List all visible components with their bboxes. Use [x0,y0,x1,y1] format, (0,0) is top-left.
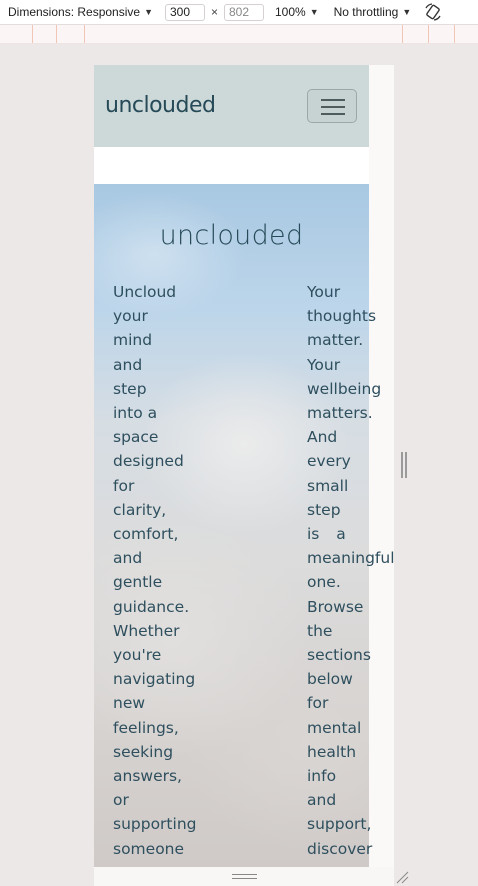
media-query-marker[interactable] [84,25,85,43]
hero-text-line: the [307,621,333,640]
resize-handle-right[interactable] [399,452,409,482]
hero-text-line: you're [113,646,162,665]
hero-text-line: gentle [113,573,163,592]
chevron-down-icon: ▼ [309,7,319,17]
throttling-label: No throttling [333,5,399,19]
hero-text-line: wellbeing [307,379,382,398]
hero-text-line: Your [307,355,341,374]
dimensions-label: Dimensions: Responsive [8,5,141,19]
hero-text-line: for [113,476,135,495]
media-query-marker[interactable] [428,25,429,43]
hero-text-line: someone [113,839,185,858]
hero-text-line: below [307,670,353,689]
throttling-dropdown[interactable]: No throttling ▼ [334,5,412,19]
hero-text-line: meaningful [307,549,394,568]
chevron-down-icon: ▼ [402,7,412,17]
hero-text-line: new [113,694,146,713]
hero-text-line: Uncloud [113,283,177,301]
hero-text-line: designed [113,452,184,471]
hero-text-line: is a [307,525,346,544]
media-query-marker[interactable] [32,25,33,43]
hero-text-line: matter. [307,331,364,350]
zoom-label: 100% [275,5,306,19]
hero-left-column: Uncloud your mind and step into a space designe… [113,280,196,861]
hero-text-line: and [113,355,143,374]
hero-text-line: And [307,428,338,447]
hero-text-line: space [113,428,159,447]
hero-text-line: support, [307,815,372,834]
hero-text-line: mental [307,718,362,737]
zoom-dropdown[interactable]: 100% ▼ [275,5,319,19]
hero-text-line: or [113,791,129,810]
hero-text-line: Your [307,283,341,301]
hero-text-line: your [113,307,148,326]
hero-text-line: navigating [113,670,196,689]
hero-text-line: sections [307,646,371,665]
media-query-marker[interactable] [402,25,403,43]
hero-text-line: one. [307,573,341,592]
hero-text-line: Browse [307,597,364,616]
hero-text-line: feelings, [113,718,179,737]
width-input[interactable] [164,3,205,21]
hamburger-icon-line [321,106,345,108]
hero-text-line: seeking [113,742,174,761]
hero-text-line: step [307,500,341,519]
hero-text-line: mind [113,331,153,350]
hero-text-line: comfort, [113,525,179,544]
navbar-toggle-button[interactable] [307,89,357,123]
hero-text-line: and [113,549,143,568]
chevron-down-icon: ▼ [144,7,153,17]
brand-logo-link[interactable]: unclouded [105,93,216,118]
hero-text-line: for [307,694,329,713]
hero-text-line: supporting [113,815,197,834]
hero-text-line: info [307,767,337,786]
rotate-icon[interactable] [423,2,443,22]
hero-text-line: and [307,791,337,810]
hero-right-column: Your thoughts matter. Your wellbeing matters.… [307,280,394,861]
devtools-toolbar: Dimensions: Responsive ▼ × 100% ▼ No thr… [0,0,478,25]
hero-text-line: health [307,742,357,761]
hamburger-icon [321,99,345,101]
resize-corner-icon[interactable] [395,870,409,884]
resize-handle-bottom[interactable] [94,867,394,886]
hero-section: unclouded Uncloud your mind and step into a sp… [94,184,394,867]
media-query-bar [0,25,478,44]
hero-text-line: discover [307,839,373,858]
media-query-marker[interactable] [56,25,57,43]
hero-text-line: clarity, [113,500,167,519]
hero-text-line: into a [113,404,158,423]
height-input[interactable] [224,3,264,21]
hero-text-line: thoughts [307,307,377,326]
hero-text-line: small [307,476,349,495]
hero-text-line: guidance. [113,597,190,616]
dimensions-dropdown[interactable]: Dimensions: Responsive ▼ [8,5,153,19]
media-query-marker[interactable] [454,25,455,43]
hamburger-icon-line [321,113,345,115]
navbar: unclouded [94,65,369,147]
hero-text-line: step [113,379,147,398]
times-separator: × [210,5,218,19]
hero-title: unclouded [159,220,304,251]
hero-text-line: answers, [113,767,182,786]
hero-text-line: Whether [113,621,180,640]
device-viewport: unclouded unclouded Uncloud your mind and st… [94,65,394,867]
hero-text-line: matters. [307,404,373,423]
hero-text-line: every [307,452,351,471]
